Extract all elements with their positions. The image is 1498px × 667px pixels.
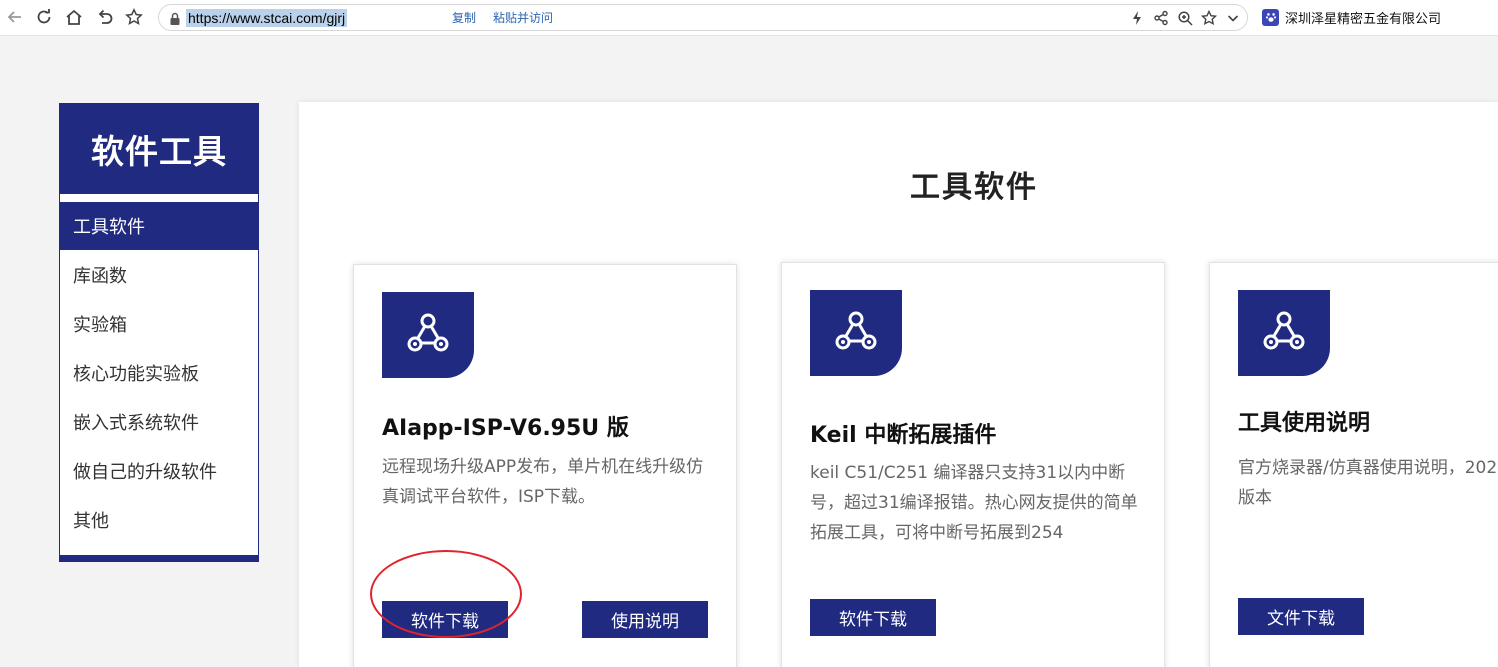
software-card: 工具使用说明 官方烧录器/仿真器使用说明，202版本 文件下载	[1209, 262, 1498, 667]
site-badge[interactable]: 深圳泽星精密五金有限公司	[1262, 3, 1441, 31]
software-card: Keil 中断拓展插件 keil C51/C251 编译器只支持31以内中断号，…	[781, 262, 1165, 667]
sidebar-footer-bar	[60, 555, 258, 561]
share-nodes-icon	[1238, 290, 1330, 376]
sidebar-item-embedded-software[interactable]: 嵌入式系统软件	[60, 398, 258, 446]
card-title: Keil 中断拓展插件	[810, 423, 997, 448]
file-download-button[interactable]: 文件下载	[1238, 598, 1364, 635]
sidebar-item-own-upgrade[interactable]: 做自己的升级软件	[60, 447, 258, 495]
zoom-icon[interactable]	[1177, 10, 1193, 26]
share-nodes-icon	[810, 290, 902, 376]
lightning-icon[interactable]	[1129, 10, 1145, 26]
reload-icon[interactable]	[33, 6, 55, 28]
card-description: keil C51/C251 编译器只支持31以内中断号，超过31编译报错。热心网…	[810, 463, 1138, 543]
sidebar-title: 软件工具	[60, 104, 258, 194]
paw-icon	[1262, 8, 1279, 26]
software-download-button[interactable]: 软件下载	[810, 599, 936, 636]
usage-guide-button[interactable]: 使用说明	[582, 601, 708, 638]
card-title: 工具使用说明	[1238, 411, 1371, 436]
page-title: 工具软件	[910, 170, 1038, 205]
card-description: 官方烧录器/仿真器使用说明，202版本	[1238, 458, 1498, 508]
url-text[interactable]: https://www.stcai.com/gjrj	[186, 9, 348, 27]
back-arrow-icon[interactable]	[4, 6, 26, 28]
undo-icon[interactable]	[94, 6, 116, 28]
lock-icon	[169, 11, 181, 25]
sidebar-item-library-functions[interactable]: 库函数	[60, 251, 258, 299]
highlight-annotation-ellipse	[370, 550, 522, 638]
share-nodes-icon	[382, 292, 474, 378]
sidebar-item-tool-software[interactable]: 工具软件	[60, 202, 258, 250]
site-name: 深圳泽星精密五金有限公司	[1285, 11, 1442, 27]
sidebar-item-core-board[interactable]: 核心功能实验板	[60, 349, 258, 397]
address-bar[interactable]: https://www.stcai.com/gjrj 复制 粘贴并访问	[158, 4, 1248, 31]
sidebar-item-other[interactable]: 其他	[60, 496, 258, 544]
sidebar: 软件工具 工具软件 库函数 实验箱 核心功能实验板 嵌入式系统软件 做自己的升级…	[59, 103, 259, 562]
sidebar-item-experiment-box[interactable]: 实验箱	[60, 300, 258, 348]
card-title: AIapp-ISP-V6.95U 版	[382, 416, 629, 441]
paste-visit-link[interactable]: 粘贴并访问	[493, 11, 553, 25]
chevron-down-icon[interactable]	[1225, 10, 1241, 26]
home-icon[interactable]	[63, 6, 85, 28]
copy-link[interactable]: 复制	[452, 11, 476, 25]
share-icon[interactable]	[1153, 10, 1169, 26]
browser-toolbar: https://www.stcai.com/gjrj 复制 粘贴并访问 深圳泽星…	[0, 0, 1498, 36]
card-description: 远程现场升级APP发布，单片机在线升级仿真调试平台软件，ISP下载。	[382, 457, 704, 507]
star-icon[interactable]	[123, 6, 145, 28]
bookmark-star-icon[interactable]	[1200, 9, 1218, 26]
